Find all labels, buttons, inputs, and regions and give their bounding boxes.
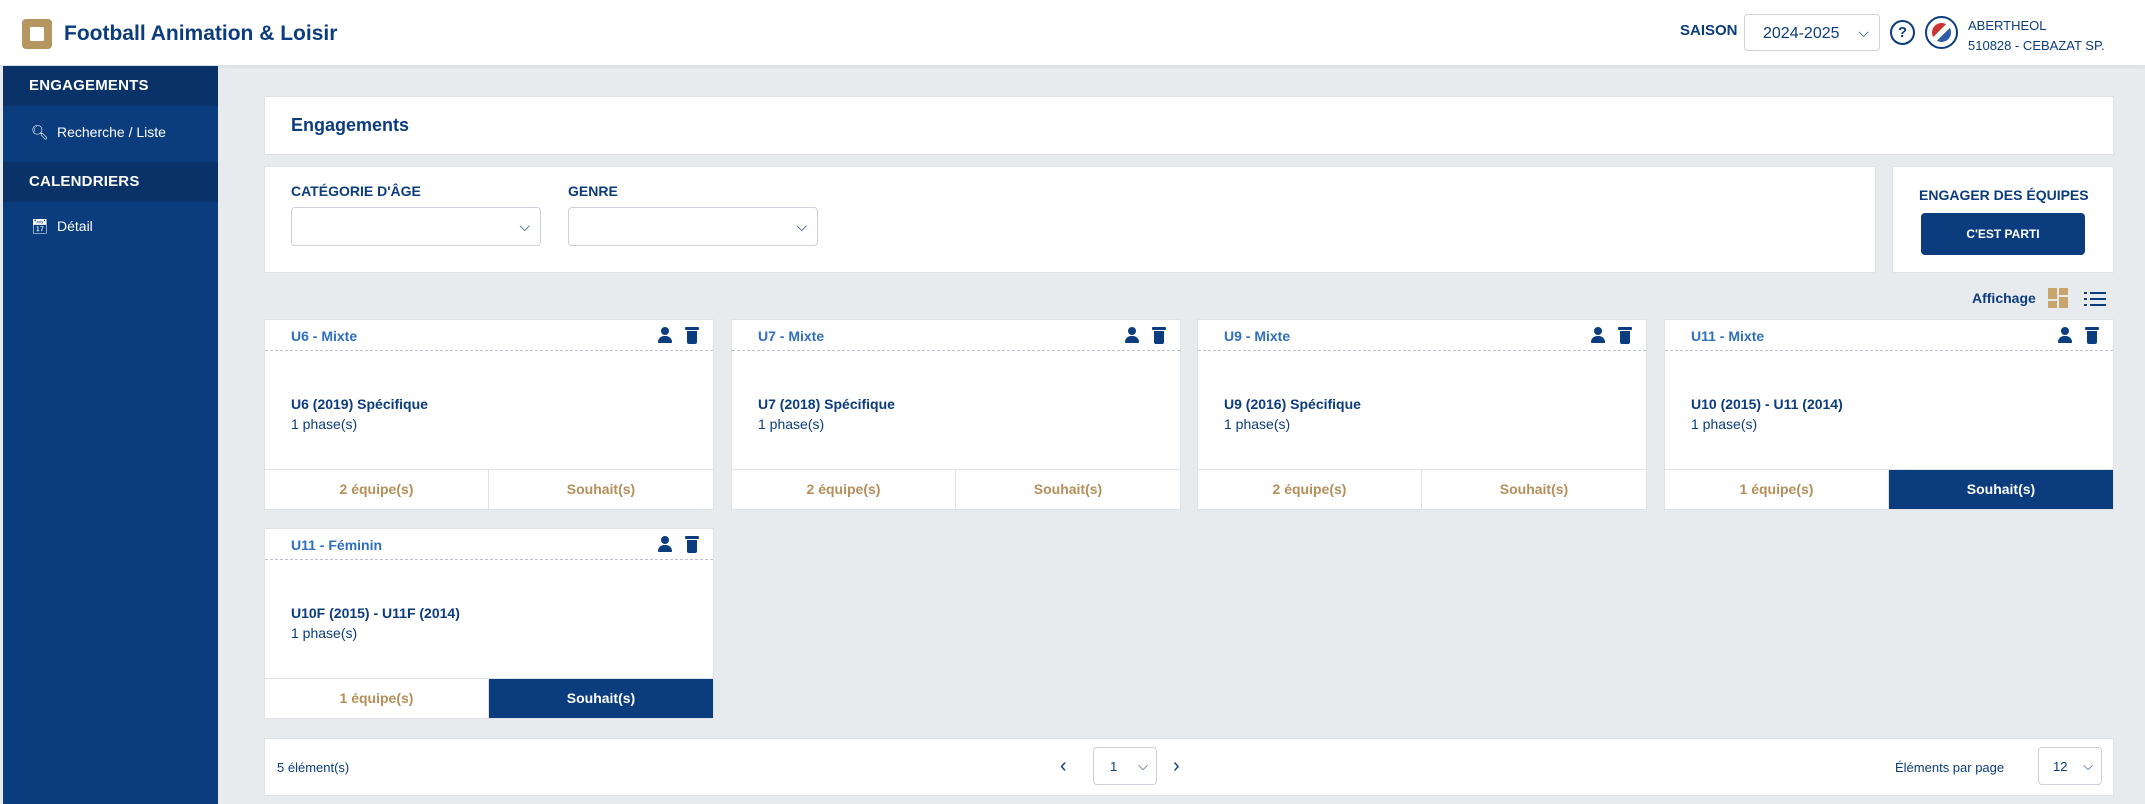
user-club[interactable]: 510828 - CEBAZAT SP. — [1968, 38, 2105, 53]
season-value: 2024-2025 — [1763, 25, 1840, 42]
teams-button[interactable]: 2 équipe(s) — [732, 470, 956, 509]
sidebar: ENGAGEMENTS 🔍︎ Recherche / Liste CALENDRI… — [3, 66, 218, 804]
trash-icon[interactable] — [685, 536, 699, 553]
wishes-button[interactable]: Souhait(s) — [489, 679, 713, 718]
chevron-down-icon: ⌵ — [2083, 758, 2093, 773]
card-category: U7 (2018) Spécifique — [758, 396, 895, 412]
trash-icon[interactable] — [2085, 327, 2099, 344]
chevron-left-icon[interactable]: ‹ — [1060, 755, 1067, 778]
card-footer: 2 équipe(s) Souhait(s) — [732, 469, 1180, 509]
wishes-button[interactable]: Souhait(s) — [956, 470, 1180, 509]
card-phases: 1 phase(s) — [291, 416, 358, 432]
card-footer: 2 équipe(s) Souhait(s) — [265, 469, 713, 509]
sidebar-item-detail[interactable]: 📅︎ Détail — [3, 206, 218, 246]
card-title[interactable]: U6 - Mixte — [291, 328, 357, 344]
card-footer: 2 équipe(s) Souhait(s) — [1198, 469, 1646, 509]
card-phases: 1 phase(s) — [291, 625, 358, 641]
sidebar-item-label: Détail — [57, 218, 93, 234]
top-header: Football Animation & Loisir SAISON 2024-… — [0, 0, 2145, 66]
chevron-right-icon[interactable]: › — [1173, 755, 1180, 778]
card-header: U11 - Mixte — [1665, 320, 2113, 351]
card-category: U10 (2015) - U11 (2014) — [1691, 396, 1843, 412]
card-phases: 1 phase(s) — [758, 416, 825, 432]
chevron-down-icon: ⌵ — [796, 218, 807, 234]
card-title[interactable]: U9 - Mixte — [1224, 328, 1290, 344]
gender-label: GENRE — [568, 183, 618, 199]
calendar-icon: 📅︎ — [31, 218, 49, 234]
page-title-panel: Engagements — [264, 96, 2114, 155]
per-page-label: Éléments par page — [1895, 760, 2005, 775]
card-title[interactable]: U11 - Féminin — [291, 537, 382, 553]
list-view-icon[interactable] — [2084, 289, 2106, 307]
gender-select[interactable]: ⌵ — [568, 207, 818, 246]
sidebar-section-calendriers: CALENDRIERS — [3, 162, 218, 202]
page-value: 1 — [1110, 759, 1118, 774]
teams-button[interactable]: 2 équipe(s) — [1198, 470, 1422, 509]
help-icon[interactable]: ? — [1890, 20, 1915, 45]
card-category: U6 (2019) Spécifique — [291, 396, 428, 412]
person-icon[interactable] — [657, 536, 673, 552]
user-name[interactable]: ABERTHEOL — [1968, 18, 2047, 33]
card-header: U7 - Mixte — [732, 320, 1180, 351]
per-page-select[interactable]: 12 ⌵ — [2038, 747, 2102, 785]
teams-button[interactable]: 1 équipe(s) — [1665, 470, 1889, 509]
age-category-select[interactable]: ⌵ — [291, 207, 541, 246]
teams-button[interactable]: 1 équipe(s) — [265, 679, 489, 718]
club-badge-icon[interactable] — [1925, 16, 1958, 49]
sidebar-item-label: Recherche / Liste — [57, 124, 166, 140]
age-category-label: CATÉGORIE D'ÂGE — [291, 183, 421, 199]
engage-panel: ENGAGER DES ÉQUIPES C'EST PARTI — [1892, 166, 2114, 273]
element-count: 5 élément(s) — [277, 760, 350, 775]
search-icon: 🔍︎ — [31, 124, 49, 140]
card-footer: 1 équipe(s) Souhait(s) — [1665, 469, 2113, 509]
engage-teams-title: ENGAGER DES ÉQUIPES — [1919, 187, 2089, 203]
season-select[interactable]: 2024-2025 ⌵ — [1744, 14, 1880, 51]
chevron-down-icon: ⌵ — [1858, 24, 1869, 40]
teams-button[interactable]: 2 équipe(s) — [265, 470, 489, 509]
sidebar-item-recherche-liste[interactable]: 🔍︎ Recherche / Liste — [3, 112, 218, 152]
wishes-button[interactable]: Souhait(s) — [489, 470, 713, 509]
engagement-card: U9 - Mixte U9 (2016) Spécifique 1 phase(… — [1197, 319, 1647, 510]
engagement-card: U11 - Mixte U10 (2015) - U11 (2014) 1 ph… — [1664, 319, 2114, 510]
card-category: U9 (2016) Spécifique — [1224, 396, 1361, 412]
card-title[interactable]: U11 - Mixte — [1691, 328, 1764, 344]
person-icon[interactable] — [657, 327, 673, 343]
card-footer: 1 équipe(s) Souhait(s) — [265, 678, 713, 718]
pagination-bar: 5 élément(s) ‹ 1 ⌵ › Éléments par page 1… — [264, 738, 2114, 796]
card-header: U6 - Mixte — [265, 320, 713, 351]
grid-view-icon[interactable] — [2048, 288, 2068, 308]
card-header: U11 - Féminin — [265, 529, 713, 560]
person-icon[interactable] — [2057, 327, 2073, 343]
season-label: SAISON — [1680, 22, 1738, 39]
trash-icon[interactable] — [685, 327, 699, 344]
card-category: U10F (2015) - U11F (2014) — [291, 605, 460, 621]
wishes-button[interactable]: Souhait(s) — [1889, 470, 2113, 509]
app-logo-icon[interactable] — [22, 19, 52, 49]
cest-parti-button[interactable]: C'EST PARTI — [1921, 213, 2085, 255]
card-header: U9 - Mixte — [1198, 320, 1646, 351]
page-title: Engagements — [291, 115, 410, 135]
card-title[interactable]: U7 - Mixte — [758, 328, 824, 344]
page-select[interactable]: 1 ⌵ — [1093, 747, 1157, 785]
engagement-card: U7 - Mixte U7 (2018) Spécifique 1 phase(… — [731, 319, 1181, 510]
trash-icon[interactable] — [1618, 327, 1632, 344]
person-icon[interactable] — [1590, 327, 1606, 343]
card-phases: 1 phase(s) — [1224, 416, 1291, 432]
engagement-card: U6 - Mixte U6 (2019) Spécifique 1 phase(… — [264, 319, 714, 510]
wishes-button[interactable]: Souhait(s) — [1422, 470, 1646, 509]
filters-panel: CATÉGORIE D'ÂGE ⌵ GENRE ⌵ — [264, 166, 1876, 273]
sidebar-section-engagements: ENGAGEMENTS — [3, 66, 218, 106]
card-phases: 1 phase(s) — [1691, 416, 1758, 432]
per-page-value: 12 — [2053, 759, 2068, 774]
chevron-down-icon: ⌵ — [1138, 758, 1148, 773]
display-label: Affichage — [1972, 290, 2036, 306]
engagement-card: U11 - Féminin U10F (2015) - U11F (2014) … — [264, 528, 714, 719]
chevron-down-icon: ⌵ — [519, 218, 530, 234]
app-title[interactable]: Football Animation & Loisir — [64, 22, 337, 46]
person-icon[interactable] — [1124, 327, 1140, 343]
trash-icon[interactable] — [1152, 327, 1166, 344]
